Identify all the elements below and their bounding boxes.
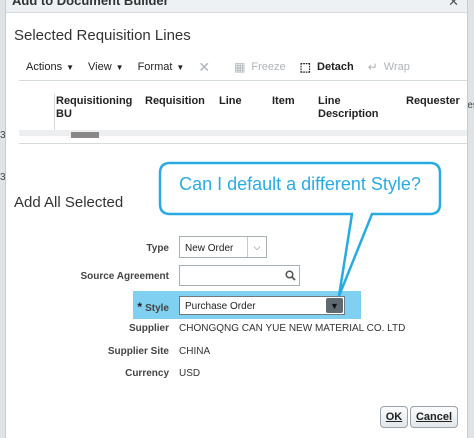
callout-text: Can I default a different Style? bbox=[179, 174, 421, 194]
callout-bubble bbox=[158, 161, 442, 297]
